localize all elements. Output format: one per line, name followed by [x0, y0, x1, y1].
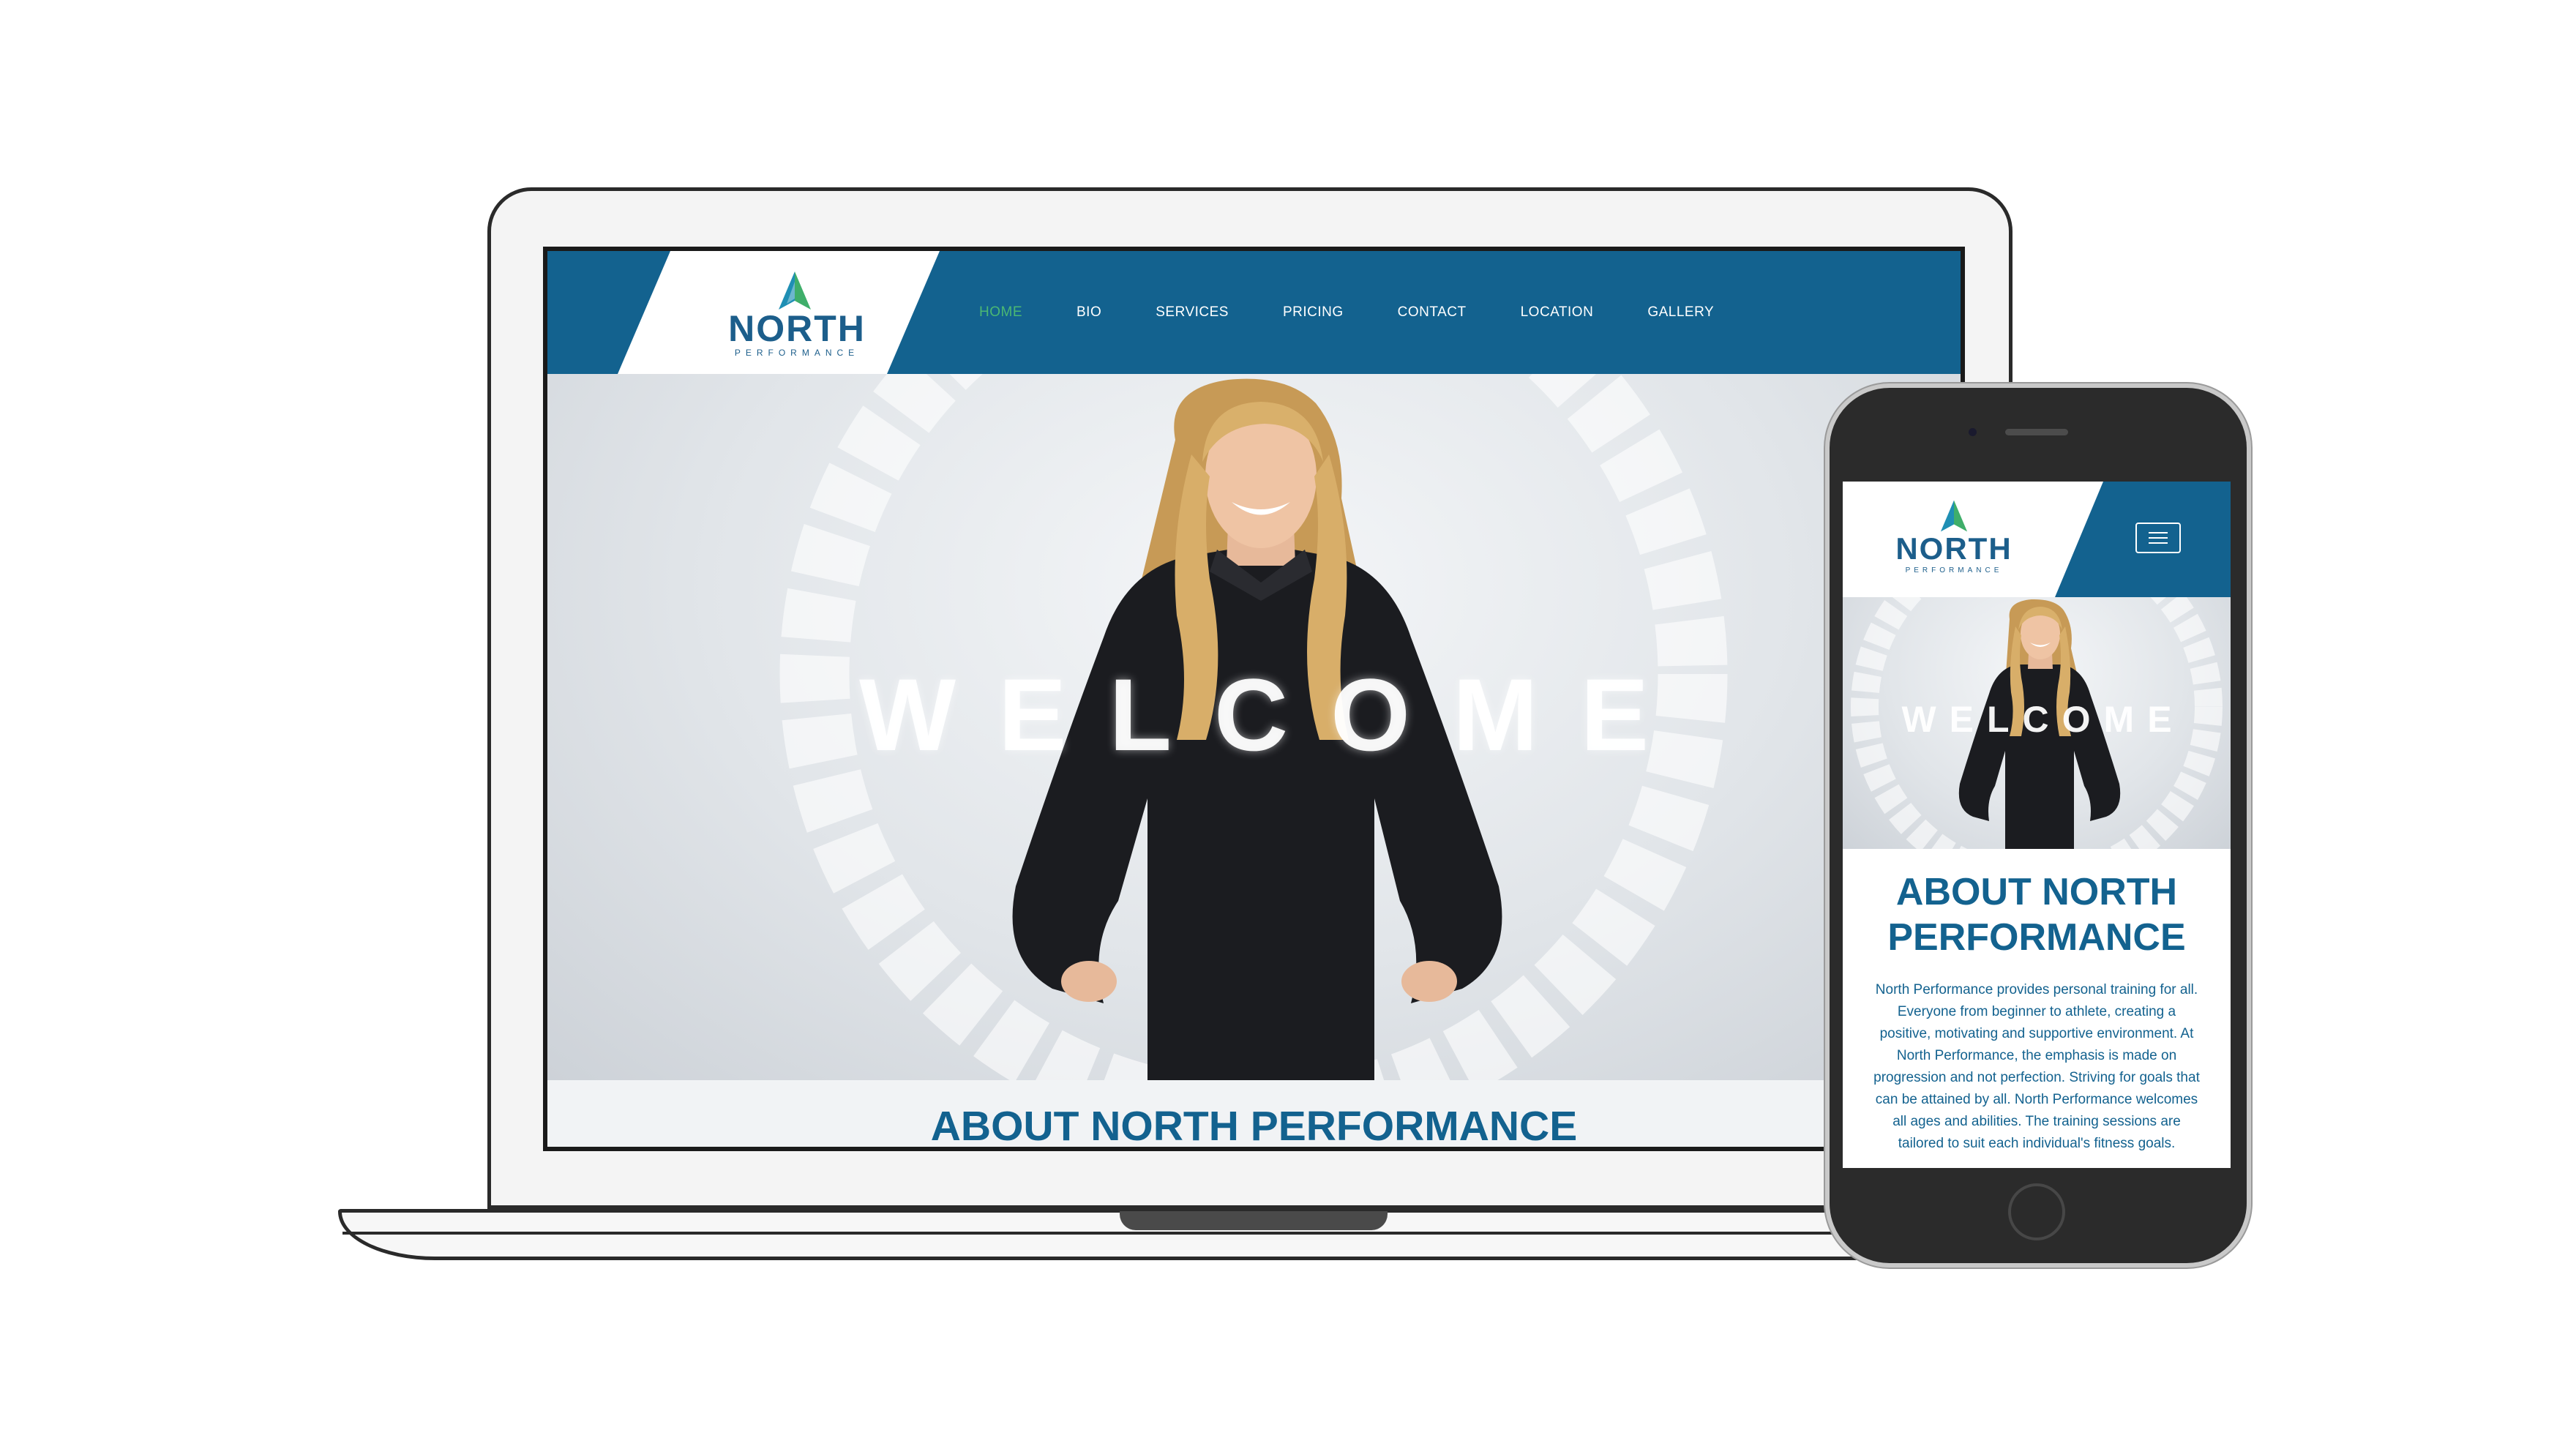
hamburger-icon: [2149, 532, 2168, 544]
logo-wordmark: NORTH: [728, 308, 866, 349]
desktop-main-nav: HOME BIO SERVICES PRICING CONTACT LOCATI…: [979, 251, 1768, 374]
hero-headline: WELCOME: [1901, 699, 2185, 740]
phone-camera: [1969, 428, 1977, 436]
desktop-site-header: NORTH PERFORMANCE HOME BIO SERVICES PRIC…: [547, 251, 1961, 374]
north-arrow-logo-icon: [774, 270, 815, 311]
nav-item-pricing[interactable]: PRICING: [1283, 304, 1344, 321]
mobile-menu-button[interactable]: [2135, 523, 2181, 553]
nav-item-home[interactable]: HOME: [979, 304, 1022, 321]
laptop-opening-notch: [1120, 1211, 1388, 1230]
nav-item-bio[interactable]: BIO: [1077, 304, 1101, 321]
phone-home-button[interactable]: [2008, 1183, 2065, 1240]
nav-item-gallery[interactable]: GALLERY: [1647, 304, 1714, 321]
about-section: ABOUT NORTH PERFORMANCE: [547, 1080, 1961, 1150]
logo-tagline: PERFORMANCE: [734, 348, 860, 358]
nav-item-location[interactable]: LOCATION: [1521, 304, 1594, 321]
desktop-hero-banner: WELCOME: [547, 374, 1961, 1080]
phone-speaker: [2005, 429, 2068, 435]
nav-item-contact[interactable]: CONTACT: [1398, 304, 1467, 321]
hero-headline: WELCOME: [858, 657, 1692, 772]
laptop-screen: NORTH PERFORMANCE HOME BIO SERVICES PRIC…: [543, 247, 1965, 1151]
mobile-hero-banner: WELCOME: [1843, 597, 2231, 849]
nav-item-services[interactable]: SERVICES: [1156, 304, 1229, 321]
desktop-logo[interactable]: NORTH PERFORMANCE: [618, 251, 940, 374]
about-title: ABOUT NORTH PERFORMANCE: [930, 1103, 1578, 1150]
